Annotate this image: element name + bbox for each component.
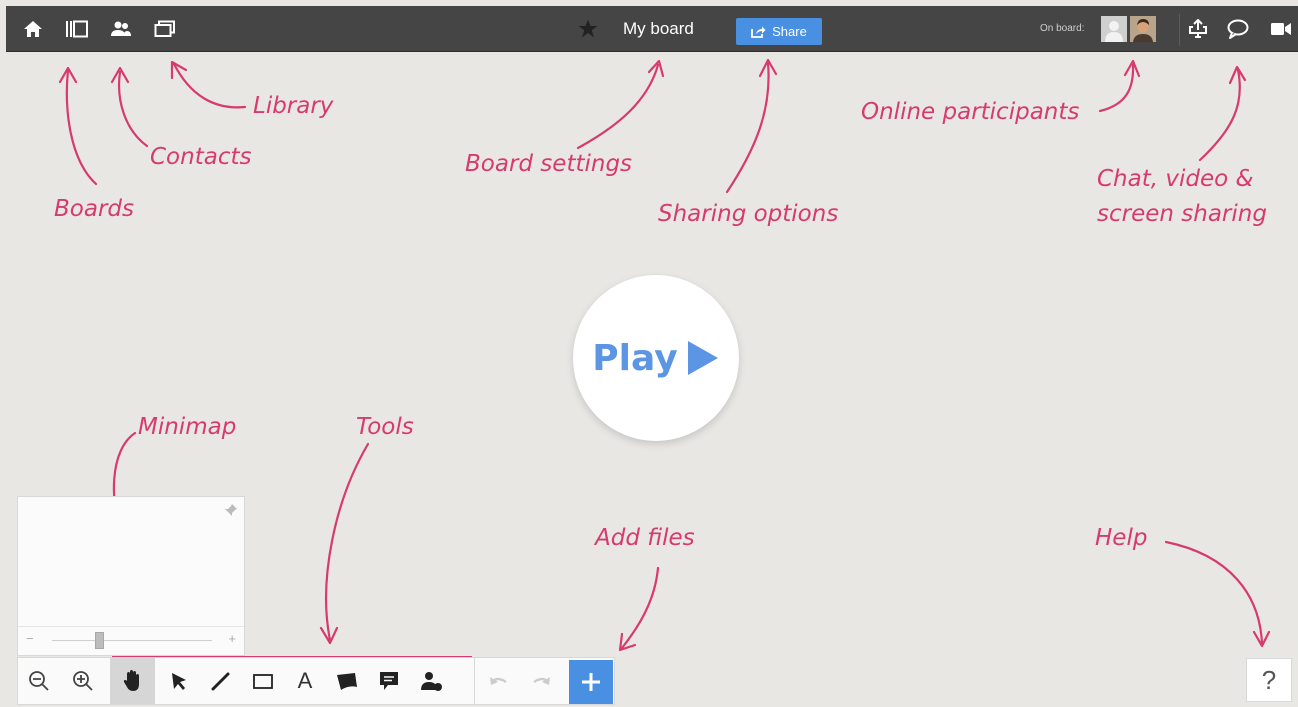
slider-handle[interactable]: [95, 632, 104, 649]
zoom-slider[interactable]: − +: [18, 626, 244, 655]
slider-track: [52, 640, 212, 641]
chat-icon[interactable]: [1224, 6, 1252, 51]
hand-tool-icon[interactable]: [111, 658, 155, 704]
divider: [474, 658, 475, 704]
share-icon: [751, 26, 766, 38]
sticky-note-tool-icon[interactable]: [326, 658, 368, 704]
screen-share-icon[interactable]: [1185, 6, 1211, 51]
annotation-board-settings: Board settings: [465, 151, 633, 177]
annotation-chat-line2: screen sharing: [1097, 201, 1267, 227]
add-files-button[interactable]: [569, 660, 613, 704]
redo-icon[interactable]: [520, 658, 562, 704]
arrow-sharing: [725, 58, 778, 194]
arrow-tools: [319, 442, 370, 645]
play-label: Play: [592, 337, 678, 379]
zoom-out-icon[interactable]: [18, 658, 60, 704]
avatar[interactable]: [1101, 16, 1127, 42]
home-icon[interactable]: [20, 6, 46, 51]
arrow-help: [1164, 540, 1271, 648]
annotation-library: Library: [253, 93, 334, 119]
share-label: Share: [772, 24, 807, 39]
arrow-participants: [1098, 59, 1141, 113]
share-button[interactable]: Share: [736, 18, 822, 45]
divider: [1179, 14, 1180, 46]
avatar[interactable]: [1130, 16, 1156, 42]
top-bar: My board Share On board:: [6, 6, 1298, 52]
annotation-contacts: Contacts: [150, 144, 252, 170]
play-icon: [687, 341, 718, 375]
pin-icon[interactable]: [224, 503, 238, 517]
annotation-help: Help: [1095, 525, 1148, 551]
toolbar: A: [17, 657, 615, 705]
rectangle-tool-icon[interactable]: [242, 658, 284, 704]
plus-icon: [582, 673, 600, 691]
arrow-contacts: [110, 66, 149, 148]
arrow-board-settings: [576, 59, 665, 150]
boards-icon[interactable]: [62, 6, 92, 51]
text-tool-icon[interactable]: A: [284, 658, 326, 704]
board-title[interactable]: My board: [623, 6, 694, 51]
play-button[interactable]: Play: [573, 275, 739, 441]
undo-icon[interactable]: [478, 658, 520, 704]
library-icon[interactable]: [151, 6, 179, 51]
contacts-icon[interactable]: [108, 6, 134, 51]
annotation-minimap: Minimap: [138, 414, 237, 440]
pen-tool-icon[interactable]: [200, 658, 242, 704]
help-button[interactable]: ?: [1246, 658, 1292, 702]
minimap[interactable]: − +: [17, 496, 245, 656]
arrow-boards: [58, 66, 98, 186]
zoom-in-icon[interactable]: [62, 658, 104, 704]
zoom-plus-label[interactable]: +: [228, 631, 236, 646]
arrow-chat: [1198, 65, 1247, 162]
comment-tool-icon[interactable]: [368, 658, 410, 704]
arrow-add-files: [618, 566, 660, 652]
on-board-label: On board:: [1040, 23, 1085, 34]
video-icon[interactable]: [1270, 6, 1298, 51]
arrow-library: [170, 60, 247, 109]
annotation-tools: Tools: [356, 414, 414, 440]
zoom-minus-label[interactable]: −: [26, 631, 34, 646]
share-user-tool-icon[interactable]: [410, 658, 452, 704]
star-icon[interactable]: [576, 6, 600, 51]
select-tool-icon[interactable]: [158, 658, 200, 704]
annotation-add-files: Add files: [595, 525, 695, 551]
annotation-online-participants: Online participants: [861, 99, 1080, 125]
annotation-chat-line1: Chat, video &: [1097, 166, 1254, 192]
annotation-sharing-options: Sharing options: [658, 201, 839, 227]
annotation-boards: Boards: [54, 196, 134, 222]
